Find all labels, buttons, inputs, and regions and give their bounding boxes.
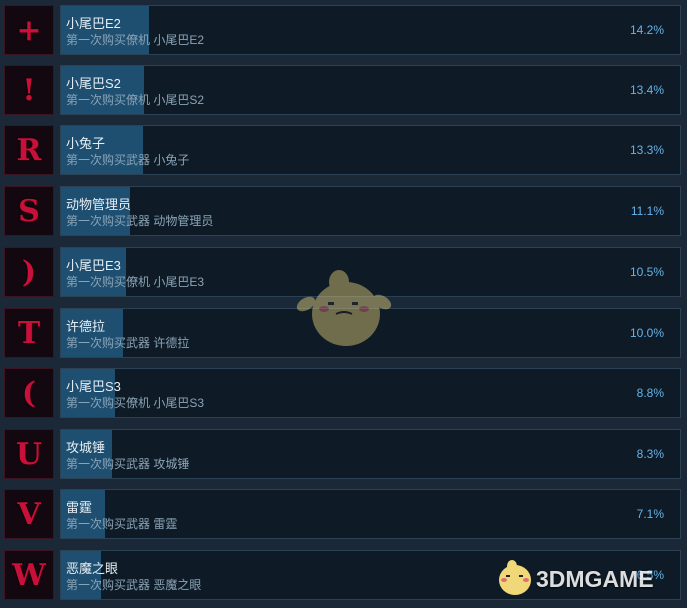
achievement-icon-glyph: U xyxy=(15,436,43,472)
achievement-title: 小尾巴E3 xyxy=(66,258,121,273)
achievement-percent: 10.0% xyxy=(629,326,664,340)
achievement-row[interactable]: ( 小尾巴S3 第一次购买僚机 小尾巴S3 8.8% xyxy=(0,366,687,422)
watermark-text: 3DMGAME xyxy=(536,566,654,592)
achievement-icon: ! xyxy=(4,65,54,115)
achievement-icon: T xyxy=(4,308,54,358)
achievement-title: 小尾巴E2 xyxy=(66,16,121,31)
achievement-panel: 小尾巴S3 第一次购买僚机 小尾巴S3 8.8% xyxy=(60,368,681,418)
achievement-icon: ) xyxy=(4,247,54,297)
achievement-title: 雷霆 xyxy=(66,500,93,515)
achievement-description: 第一次购买武器 恶魔之眼 xyxy=(66,578,202,592)
achievement-icon: W xyxy=(4,550,54,600)
achievement-title: 小尾巴S3 xyxy=(66,379,121,394)
achievement-panel: 攻城锤 第一次购买武器 攻城锤 8.3% xyxy=(60,429,681,479)
mascot-logo-icon xyxy=(499,560,531,595)
achievement-percent: 14.2% xyxy=(629,23,664,37)
achievement-icon: R xyxy=(4,125,54,175)
achievement-percent: 11.1% xyxy=(630,204,664,218)
watermark: 3DMGAME xyxy=(494,558,684,598)
achievement-row[interactable]: S 动物管理员 第一次购买武器 动物管理员 11.1% xyxy=(0,184,687,240)
achievement-icon-glyph: R xyxy=(16,132,42,168)
achievement-description: 第一次购买武器 许德拉 xyxy=(66,336,190,350)
achievement-panel: 小兔子 第一次购买武器 小兔子 13.3% xyxy=(60,125,681,175)
achievement-icon: S xyxy=(4,186,54,236)
achievement-description: 第一次购买武器 动物管理员 xyxy=(66,214,214,228)
achievement-description: 第一次购买僚机 小尾巴S3 xyxy=(66,396,205,410)
achievement-icon: V xyxy=(4,489,54,539)
achievement-panel: 雷霆 第一次购买武器 雷霆 7.1% xyxy=(60,489,681,539)
achievement-panel: 动物管理员 第一次购买武器 动物管理员 11.1% xyxy=(60,186,681,236)
achievement-icon-glyph: W xyxy=(12,557,46,593)
achievement-icon-glyph: + xyxy=(16,12,42,48)
achievement-panel: 小尾巴S2 第一次购买僚机 小尾巴S2 13.4% xyxy=(60,65,681,115)
achievement-icon-glyph: S xyxy=(18,193,40,229)
achievement-description: 第一次购买武器 雷霆 xyxy=(66,517,178,531)
achievement-row[interactable]: U 攻城锤 第一次购买武器 攻城锤 8.3% xyxy=(0,427,687,483)
achievement-icon: ( xyxy=(4,368,54,418)
achievement-percent: 13.4% xyxy=(629,83,664,97)
achievement-description: 第一次购买武器 小兔子 xyxy=(66,153,190,167)
achievement-icon: U xyxy=(4,429,54,479)
achievement-icon-glyph: V xyxy=(17,496,41,532)
achievement-icon-glyph: ) xyxy=(21,254,37,290)
achievement-percent: 10.5% xyxy=(629,265,664,279)
achievement-description: 第一次购买僚机 小尾巴E2 xyxy=(66,33,205,47)
achievement-title: 恶魔之眼 xyxy=(66,561,119,576)
achievement-description: 第一次购买武器 攻城锤 xyxy=(66,457,190,471)
achievement-row[interactable]: V 雷霆 第一次购买武器 雷霆 7.1% xyxy=(0,487,687,543)
achievement-title: 动物管理员 xyxy=(66,197,132,212)
achievement-title: 小兔子 xyxy=(66,136,106,151)
achievement-title: 小尾巴S2 xyxy=(66,76,121,91)
achievement-row[interactable]: ! 小尾巴S2 第一次购买僚机 小尾巴S2 13.4% xyxy=(0,63,687,119)
achievement-percent: 8.3% xyxy=(636,447,664,461)
achievement-row[interactable]: + 小尾巴E2 第一次购买僚机 小尾巴E2 14.2% xyxy=(0,3,687,59)
achievement-percent: 7.1% xyxy=(636,507,664,521)
achievement-percent: 13.3% xyxy=(629,143,664,157)
mascot-watermark-icon xyxy=(296,270,392,346)
achievement-row[interactable]: R 小兔子 第一次购买武器 小兔子 13.3% xyxy=(0,123,687,179)
achievement-icon-glyph: ! xyxy=(22,72,36,108)
achievement-title: 攻城锤 xyxy=(66,440,106,455)
achievement-title: 许德拉 xyxy=(66,319,106,334)
achievement-description: 第一次购买僚机 小尾巴E3 xyxy=(66,275,205,289)
achievement-percent: 8.8% xyxy=(636,386,664,400)
achievement-description: 第一次购买僚机 小尾巴S2 xyxy=(66,93,205,107)
achievement-icon-glyph: ( xyxy=(21,375,37,411)
achievement-icon-glyph: T xyxy=(17,315,41,351)
achievement-panel: 小尾巴E2 第一次购买僚机 小尾巴E2 14.2% xyxy=(60,5,681,55)
achievement-icon: + xyxy=(4,5,54,55)
